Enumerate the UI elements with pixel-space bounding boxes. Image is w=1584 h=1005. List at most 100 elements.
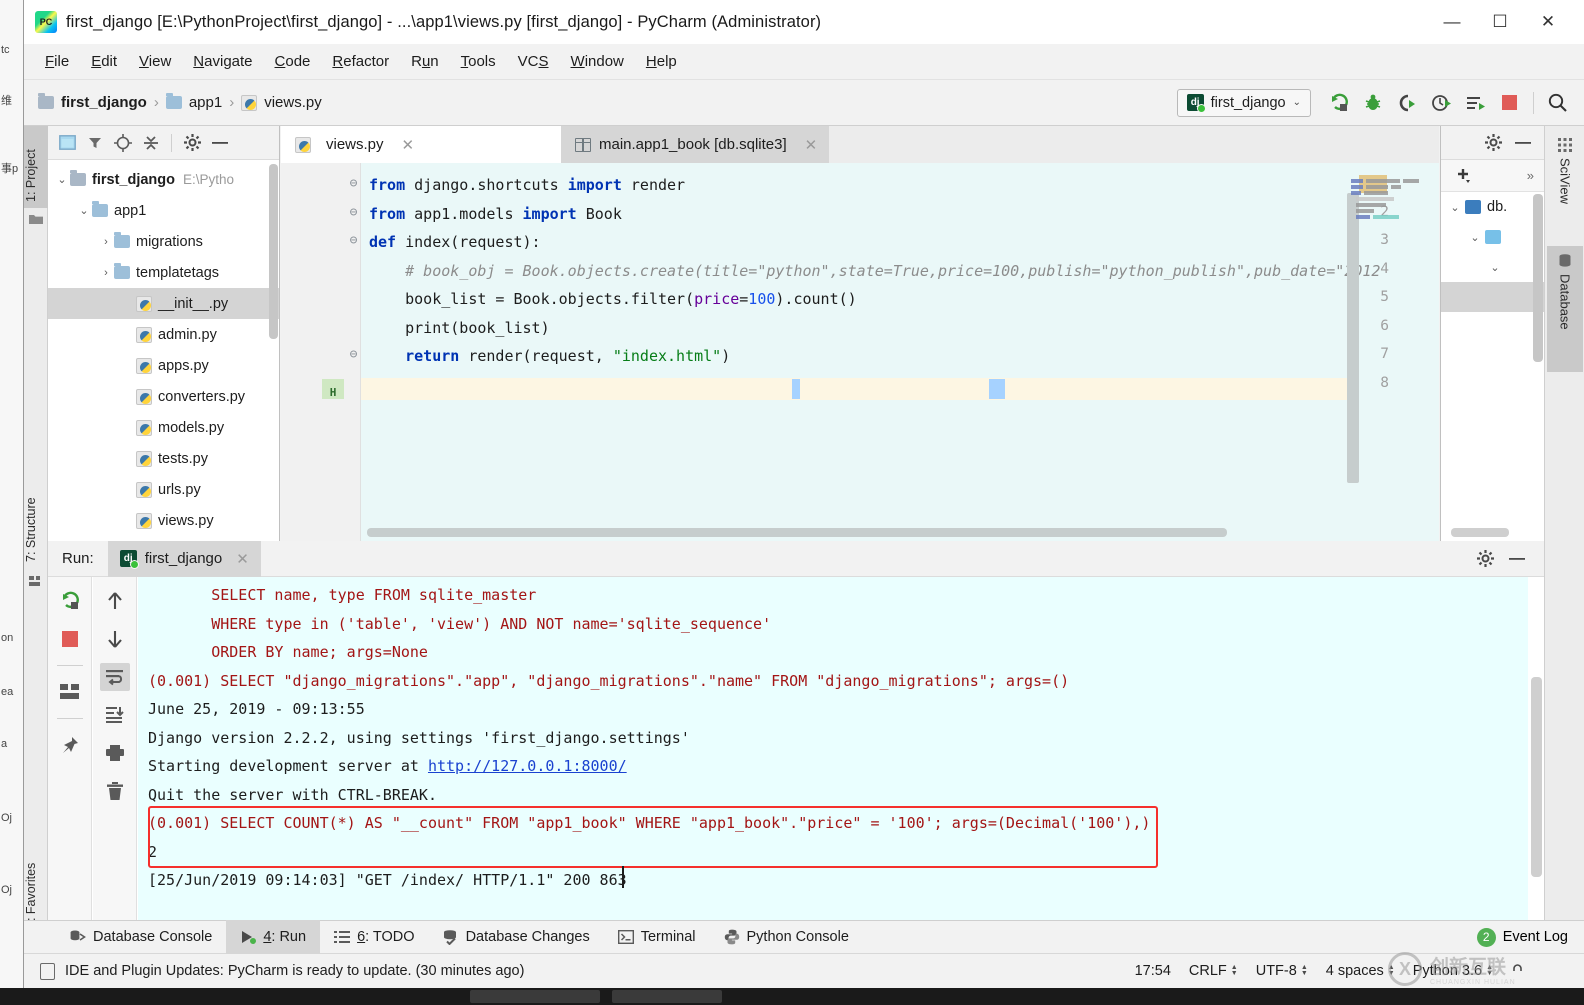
tree-item-tests-py[interactable]: tests.py	[48, 443, 279, 474]
menu-navigate[interactable]: Navigate	[182, 50, 263, 73]
sidebar-item-structure[interactable]: 7: Structure	[24, 472, 48, 568]
print-icon[interactable]	[100, 739, 130, 767]
chevron-right-icon[interactable]: ›	[98, 267, 114, 279]
close-icon[interactable]: ✕	[402, 136, 415, 154]
tree-item-admin-py[interactable]: admin.py	[48, 319, 279, 350]
bottom-tab-python-console[interactable]: Python Console	[710, 920, 863, 954]
database-tree-item[interactable]	[1441, 282, 1544, 312]
sidebar-item-project[interactable]: 1: Project	[24, 126, 48, 208]
breadcrumb-item-first-django[interactable]: first_django	[38, 93, 147, 111]
profile-icon[interactable]	[1425, 88, 1457, 118]
tree-item-apps-py[interactable]: apps.py	[48, 350, 279, 381]
line-separator-widget[interactable]: CRLF ▲ ▼	[1189, 963, 1238, 979]
chevron-down-icon[interactable]: ⌄	[1465, 231, 1485, 244]
project-scrollbar[interactable]	[269, 164, 278, 339]
database-tree-item[interactable]: ⌄	[1441, 222, 1544, 252]
bottom-tab-terminal[interactable]: Terminal	[604, 920, 710, 954]
bottom-tab-4--run[interactable]: 4: Run	[226, 920, 321, 954]
layout-icon[interactable]	[55, 678, 85, 706]
tree-item-converters-py[interactable]: converters.py	[48, 381, 279, 412]
menu-edit[interactable]: Edit	[80, 50, 128, 73]
editor-vertical-scrollbar[interactable]	[1347, 193, 1359, 483]
settings-gear-icon[interactable]	[1472, 546, 1498, 572]
search-everywhere-icon[interactable]	[1542, 88, 1574, 118]
menu-window[interactable]: Window	[560, 50, 635, 73]
sidebar-item-favorites[interactable]: 2: Favorites	[24, 834, 48, 934]
code-fold-icon[interactable]: ⊖	[347, 176, 360, 191]
minimize-button[interactable]: —	[1428, 0, 1476, 44]
chevron-down-icon[interactable]: ⌄	[1485, 261, 1505, 274]
tree-item-models-py[interactable]: models.py	[48, 412, 279, 443]
tree-item-first-django[interactable]: ⌄ first_django E:\Pytho	[48, 164, 279, 195]
code-fold-icon[interactable]: ⊖	[347, 205, 360, 220]
taskbar-item[interactable]	[612, 990, 722, 1003]
up-arrow-icon[interactable]	[100, 587, 130, 615]
breadcrumb-item-views-py[interactable]: views.py	[241, 94, 322, 111]
chevron-down-icon[interactable]: ⌄	[54, 173, 70, 186]
caret-position[interactable]: 17:54	[1135, 963, 1171, 979]
down-arrow-icon[interactable]	[100, 625, 130, 653]
sidebar-item-database[interactable]: Database	[1547, 246, 1583, 372]
bottom-tab-database-changes[interactable]: Database Changes	[429, 920, 604, 954]
run-icon[interactable]	[1323, 88, 1355, 118]
console-scrollbar[interactable]	[1531, 677, 1542, 877]
close-icon[interactable]: ✕	[236, 550, 249, 568]
run-with-console-icon[interactable]	[1459, 88, 1491, 118]
menu-tools[interactable]: Tools	[450, 50, 507, 73]
encoding-widget[interactable]: UTF-8 ▲ ▼	[1256, 963, 1308, 979]
collapse-all-icon[interactable]	[138, 130, 164, 156]
add-plus-icon[interactable]	[1451, 163, 1477, 189]
tree-item-urls-py[interactable]: urls.py	[48, 474, 279, 505]
editor-tab-views-py[interactable]: views.py ✕	[281, 126, 561, 163]
bottom-tab-6--todo[interactable]: 6: TODO	[320, 920, 429, 954]
tree-item-views-py[interactable]: views.py	[48, 505, 279, 536]
hide-panel-icon[interactable]	[1504, 546, 1530, 572]
code-fold-icon[interactable]: ⊖	[347, 347, 360, 362]
trash-icon[interactable]	[100, 777, 130, 805]
stop-icon[interactable]	[1493, 88, 1525, 118]
chevron-right-icon[interactable]: ›	[98, 236, 114, 248]
tree-item-migrations[interactable]: › migrations	[48, 226, 279, 257]
event-log-area[interactable]: 2 Event Log	[1476, 927, 1584, 947]
database-tree-item[interactable]: ⌄	[1441, 252, 1544, 282]
indent-widget[interactable]: 4 spaces ▲ ▼	[1326, 963, 1395, 979]
menu-code[interactable]: Code	[264, 50, 322, 73]
database-scrollbar[interactable]	[1533, 194, 1543, 362]
menu-help[interactable]: Help	[635, 50, 688, 73]
scroll-to-end-icon[interactable]	[100, 701, 130, 729]
chevron-down-icon[interactable]: ⌄	[1445, 201, 1465, 214]
code-editor[interactable]: H 1⊖from django.shortcuts import render2…	[281, 163, 1439, 541]
editor-tab-main-app1-book--db-sqlite3-[interactable]: main.app1_book [db.sqlite3] ✕	[561, 126, 830, 163]
menu-refactor[interactable]: Refactor	[321, 50, 400, 73]
menu-vcs[interactable]: VCS	[507, 50, 560, 73]
menu-run[interactable]: Run	[400, 50, 450, 73]
database-h-scrollbar[interactable]	[1451, 528, 1509, 537]
locate-icon[interactable]	[110, 130, 136, 156]
rerun-icon[interactable]	[55, 587, 85, 615]
collapse-filter-icon[interactable]	[82, 130, 108, 156]
soft-wrap-icon[interactable]	[99, 663, 130, 691]
taskbar-item[interactable]	[470, 990, 600, 1003]
status-message-area[interactable]: IDE and Plugin Updates: PyCharm is ready…	[40, 962, 524, 980]
database-tree-item[interactable]: ⌄ db.	[1441, 192, 1544, 222]
coverage-icon[interactable]	[1391, 88, 1423, 118]
sidebar-item-sciview[interactable]: SciView	[1547, 130, 1583, 240]
stop-icon[interactable]	[55, 625, 85, 653]
tree-item-templatetags[interactable]: › templatetags	[48, 257, 279, 288]
settings-gear-icon[interactable]	[179, 130, 205, 156]
hide-panel-icon[interactable]	[1510, 130, 1536, 156]
editor-horizontal-scrollbar[interactable]	[367, 528, 1227, 537]
expand-more-icon[interactable]: »	[1527, 168, 1534, 183]
breadcrumb-item-app1[interactable]: app1	[165, 93, 222, 111]
menu-view[interactable]: View	[128, 50, 182, 73]
close-button[interactable]: ✕	[1524, 0, 1572, 44]
select-opened-file-icon[interactable]	[54, 130, 80, 156]
tree-item-app1[interactable]: ⌄ app1	[48, 195, 279, 226]
pin-icon[interactable]	[55, 731, 85, 759]
settings-gear-icon[interactable]	[1480, 130, 1506, 156]
bottom-tab-database-console[interactable]: Database Console	[56, 920, 226, 954]
debug-icon[interactable]	[1357, 88, 1389, 118]
run-console-output[interactable]: SELECT name, type FROM sqlite_master WHE…	[138, 577, 1528, 920]
hide-panel-icon[interactable]	[207, 130, 233, 156]
chevron-down-icon[interactable]: ⌄	[76, 204, 92, 217]
